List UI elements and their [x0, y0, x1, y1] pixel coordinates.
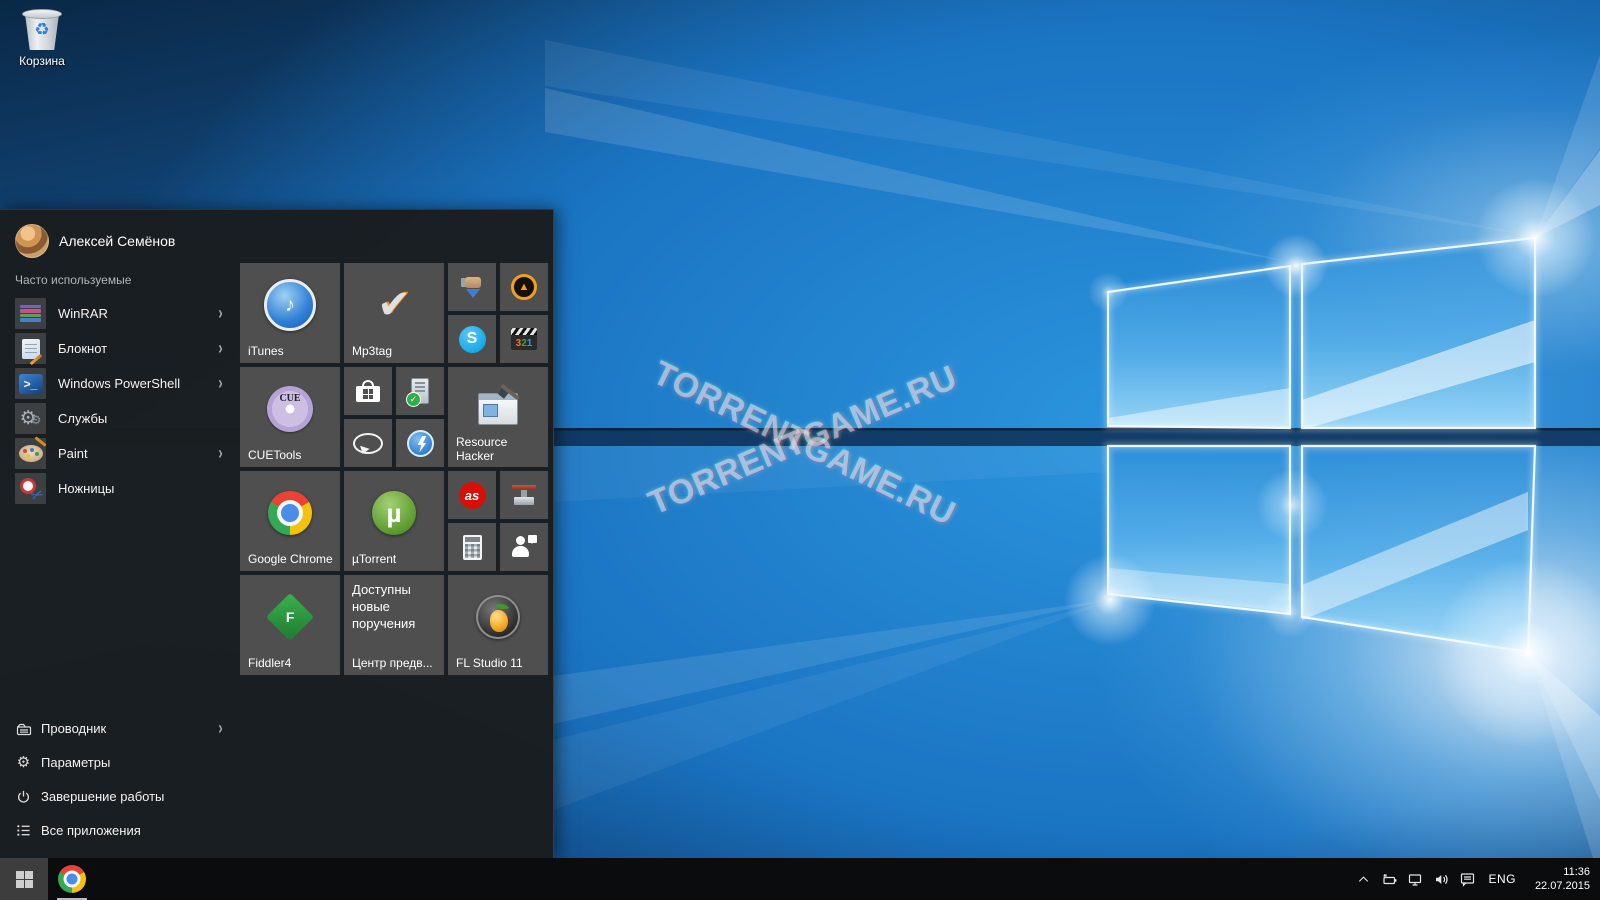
tile-cuetools[interactable]: CUE CUETools [240, 367, 340, 467]
volume-icon[interactable] [1433, 871, 1450, 888]
system-tray: ENG 11:36 22.07.2015 [1355, 865, 1600, 893]
clock[interactable]: 11:36 22.07.2015 [1528, 865, 1590, 893]
app-item-paint[interactable]: Paint › [15, 436, 225, 469]
user-name: Алексей Семёнов [59, 233, 176, 249]
speech-bubble-icon [353, 432, 383, 454]
tile-dap[interactable] [396, 419, 444, 467]
chrome-icon [58, 865, 86, 893]
mp3tag-check-icon: ✔ [377, 283, 411, 327]
pc-green-check-icon: ✓ [406, 378, 429, 407]
footer-item-shutdown[interactable]: Завершение работы [15, 782, 225, 811]
tile-skype[interactable]: S [448, 315, 496, 363]
language-indicator[interactable]: ENG [1485, 872, 1519, 886]
tile-daemon-tools[interactable]: ▲ [500, 263, 548, 311]
resource-hacker-icon [478, 383, 520, 425]
tile-people[interactable] [500, 523, 548, 571]
recycle-bin-label: Корзина [19, 54, 65, 68]
tile-windows-store[interactable] [344, 367, 392, 415]
app-item-powershell[interactable]: >_ Windows PowerShell › [15, 368, 225, 399]
footer-item-explorer[interactable]: Проводник › [15, 714, 225, 743]
chevron-right-icon[interactable]: › [218, 443, 223, 464]
windows-10-desktop: TORRENTGAME.RU TORRENTGAME.RU ♻ Корзина … [0, 0, 1600, 900]
app-item-notepad[interactable]: Блокнот › [15, 333, 225, 365]
tile-media-player-classic[interactable]: 321 [500, 315, 548, 363]
chevron-right-icon[interactable]: › [218, 373, 223, 394]
tile-imgburn[interactable] [500, 471, 548, 519]
settings-gear-icon: ⚙ [16, 754, 31, 771]
tray-time: 11:36 [1563, 866, 1590, 878]
chevron-right-icon[interactable]: › [218, 718, 223, 739]
lastfm-icon: as [458, 481, 486, 509]
app-item-winrar[interactable]: WinRAR › [15, 298, 225, 329]
battery-plug-icon[interactable] [1381, 871, 1398, 888]
tile-fl-studio[interactable]: FL Studio 11 [448, 575, 548, 675]
tile-utorrent[interactable]: µ µTorrent [344, 471, 444, 571]
recycle-bin-desktop-icon[interactable]: ♻ Корзина [10, 8, 74, 68]
taskbar-chrome-button[interactable] [48, 858, 96, 900]
tile-mp3tag[interactable]: ✔ Mp3tag [344, 263, 444, 363]
cuetools-disc-icon: CUE [267, 386, 313, 432]
app-item-snipping-tool[interactable]: ✂ Ножницы [15, 473, 225, 505]
tile-lastfm[interactable]: as [448, 471, 496, 519]
tile-fiddler4[interactable]: F Fiddler4 [240, 575, 340, 675]
tray-date: 22.07.2015 [1534, 880, 1590, 892]
tile-calculator[interactable] [448, 523, 496, 571]
utorrent-icon: µ [372, 491, 416, 535]
skype-icon: S [458, 325, 486, 353]
recycle-bin-icon: ♻ [22, 8, 62, 52]
imgburn-icon [512, 483, 536, 507]
start-menu-footer: Проводник › ⚙ Параметры Завершение работ… [15, 714, 225, 845]
dc-plus-plus-hand-icon [459, 274, 485, 300]
tile-insider-hub[interactable]: Доступны новые поручения Центр предв... [344, 575, 444, 675]
tile-resource-hacker[interactable]: Resource Hacker [448, 367, 548, 467]
winrar-icon [15, 298, 46, 329]
most-used-app-list: WinRAR › Блокнот › >_ Windows PowerShell… [15, 298, 225, 505]
paint-palette-icon [15, 436, 47, 469]
insider-hub-notification-text: Доступны новые поручения [352, 582, 416, 631]
tile-google-chrome[interactable]: Google Chrome [240, 471, 340, 571]
power-icon [15, 788, 32, 805]
action-center-icon[interactable] [1459, 871, 1476, 888]
fl-studio-fruit-icon [476, 595, 520, 639]
footer-item-all-apps[interactable]: Все приложения [15, 816, 225, 845]
all-apps-list-icon [15, 822, 32, 839]
daemon-tools-icon: ▲ [511, 274, 537, 300]
calculator-icon [462, 534, 482, 560]
tile-dc-plus-plus[interactable] [448, 263, 496, 311]
people-contact-icon [511, 534, 537, 560]
network-icon[interactable] [1407, 871, 1424, 888]
tile-pc-green-check[interactable]: ✓ [396, 367, 444, 415]
fiddler-diamond-icon: F [265, 592, 315, 642]
tile-speech-bubble[interactable] [344, 419, 392, 467]
media-player-classic-icon: 321 [511, 328, 537, 350]
dap-lightning-icon [406, 429, 434, 457]
start-menu: Алексей Семёнов Часто используемые WinRA… [0, 209, 554, 859]
chevron-right-icon[interactable]: › [218, 303, 223, 324]
recycle-glyph: ♻ [34, 20, 50, 39]
show-hidden-chevron-icon[interactable] [1355, 871, 1372, 888]
most-used-section-label: Часто используемые [15, 273, 132, 287]
user-account-button[interactable]: Алексей Семёнов [15, 224, 175, 258]
windows-logo-icon [15, 870, 33, 888]
tile-itunes[interactable]: ♪ iTunes [240, 263, 340, 363]
chrome-icon [268, 491, 312, 535]
chevron-right-icon[interactable]: › [218, 338, 223, 359]
windows-store-icon [356, 380, 380, 402]
notepad-icon [15, 333, 46, 365]
start-button[interactable] [0, 858, 48, 900]
taskbar: ENG 11:36 22.07.2015 [0, 858, 1600, 900]
file-explorer-icon [15, 720, 32, 737]
user-avatar [15, 224, 49, 258]
footer-item-settings[interactable]: ⚙ Параметры [15, 748, 225, 777]
snipping-tool-icon: ✂ [15, 473, 46, 505]
itunes-icon: ♪ [264, 279, 316, 331]
powershell-icon: >_ [15, 368, 46, 399]
app-item-services[interactable]: ⚙⚙ Службы [15, 403, 225, 434]
start-tiles-grid: ♪ iTunes ✔ Mp3tag ▲ S 321 CUE CUETools ✓… [240, 263, 548, 679]
services-gears-icon: ⚙⚙ [15, 403, 46, 434]
